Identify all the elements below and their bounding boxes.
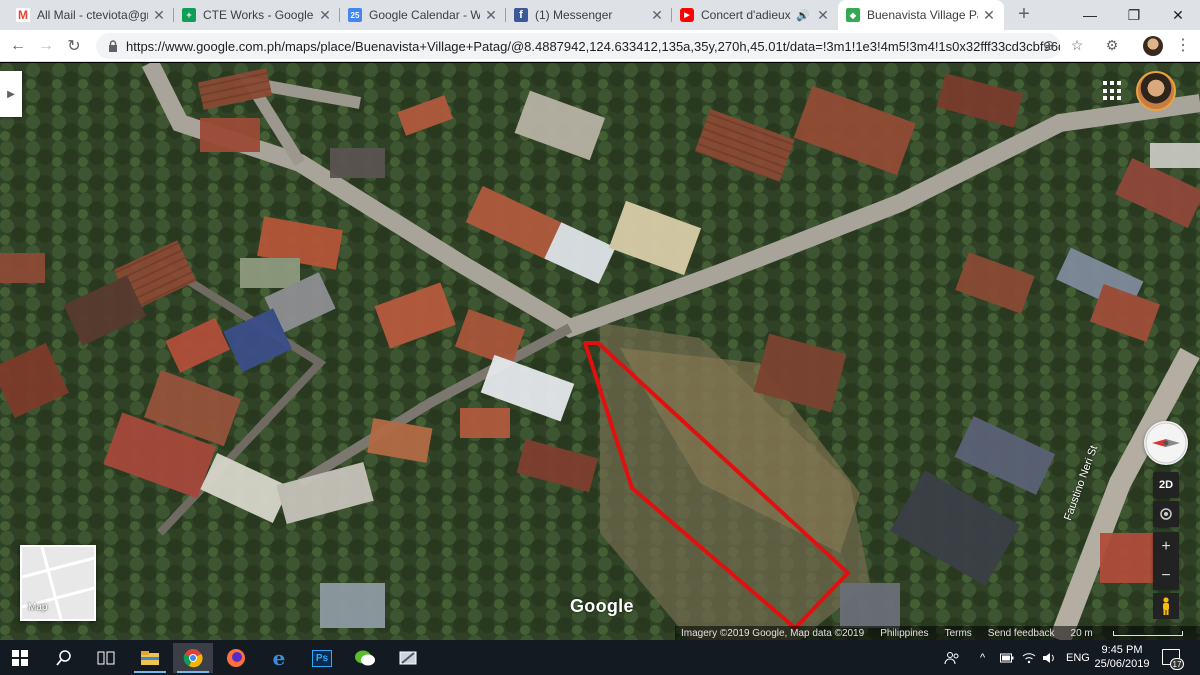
compass-icon [1145, 422, 1187, 464]
zoom-in-button[interactable]: + [1161, 532, 1170, 561]
attribution-bar: Imagery ©2019 Google, Map data ©2019 Phi… [675, 626, 1200, 640]
close-tab-icon[interactable]: ✕ [650, 7, 664, 24]
my-location-button[interactable] [1153, 501, 1179, 527]
close-tab-icon[interactable]: ✕ [982, 7, 996, 24]
terms-link[interactable]: Terms [945, 628, 972, 639]
facebook-icon: f [514, 8, 528, 22]
edge-icon[interactable]: e [259, 643, 299, 673]
tab-messenger[interactable]: f (1) Messenger ✕ [506, 0, 672, 30]
tab-title: (1) Messenger [535, 8, 613, 22]
windows-taskbar: e Ps ^ ENG 9:45 PM 25/06/2019 17 [0, 640, 1200, 675]
file-explorer-icon[interactable] [130, 643, 170, 673]
tab-title: Google Calendar - Wed [369, 8, 480, 22]
clock-date: 25/06/2019 [1094, 658, 1150, 670]
wechat-icon[interactable] [345, 643, 385, 673]
calendar-icon: 25 [348, 8, 362, 22]
account-avatar[interactable] [1136, 71, 1176, 111]
google-apps-icon[interactable] [1103, 81, 1123, 101]
profile-avatar[interactable] [1143, 36, 1163, 56]
zoom-out-button[interactable]: − [1161, 561, 1170, 590]
satellite-map-view[interactable]: ▶ Faustino Neri St Google Map 2D + − Ima… [0, 63, 1200, 640]
map-layer-toggle[interactable]: Map [20, 545, 96, 621]
battery-icon[interactable] [1000, 640, 1014, 675]
browser-toolbar: ← → ↻ https://www.google.com.ph/maps/pla… [0, 30, 1200, 62]
notification-count-badge: 17 [1170, 658, 1184, 670]
clock-time: 9:45 PM [1101, 644, 1143, 656]
tab-calendar[interactable]: 25 Google Calendar - Wed ✕ [340, 0, 506, 30]
search-icon[interactable] [44, 643, 84, 673]
back-icon[interactable]: ← [6, 34, 30, 58]
close-tab-icon[interactable]: ✕ [484, 7, 498, 24]
reload-icon[interactable]: ↻ [62, 34, 86, 58]
windows-start-icon[interactable] [0, 643, 40, 673]
tab-title: Buenavista Village Pata [867, 8, 978, 22]
audio-playing-icon[interactable]: 🔊 [796, 9, 810, 22]
chrome-taskbar-icon[interactable] [173, 643, 213, 673]
tab-youtube[interactable]: ▶ Concert d'adieux d 🔊 ✕ [672, 0, 838, 30]
screen: M All Mail - cteviota@gm ✕ + CTE Works -… [0, 0, 1200, 675]
scale-label: 20 m [1070, 627, 1093, 639]
url-text[interactable]: https://www.google.com.ph/maps/place/Bue… [126, 39, 1060, 54]
bookmark-star-icon[interactable]: ☆ [1066, 34, 1088, 56]
satellite-imagery[interactable] [0, 63, 1200, 640]
send-feedback-link[interactable]: Send feedback [988, 628, 1055, 639]
photoshop-icon[interactable]: Ps [302, 643, 342, 673]
tab-maps[interactable]: ◆ Buenavista Village Pata ✕ [838, 0, 1004, 30]
zoom-control[interactable]: + − [1153, 532, 1179, 590]
system-clock[interactable]: 9:45 PM 25/06/2019 [1090, 643, 1154, 671]
close-window-button[interactable]: ✕ [1156, 0, 1200, 30]
more-menu-icon[interactable]: ⋮ [1174, 37, 1192, 55]
gmail-icon: M [16, 8, 30, 22]
close-tab-icon[interactable]: ✕ [152, 7, 166, 24]
tab-title: CTE Works - Google Sh [203, 8, 314, 22]
input-language[interactable]: ENG [1066, 640, 1090, 675]
imagery-credit: Imagery ©2019 Google, Map data ©2019 [681, 627, 865, 639]
close-tab-icon[interactable]: ✕ [318, 7, 332, 24]
minimap-label: Map [28, 602, 48, 613]
new-tab-button[interactable]: + [1012, 3, 1036, 27]
tab-title: Concert d'adieux d [701, 8, 795, 22]
task-view-icon[interactable] [86, 643, 126, 673]
maps-icon: ◆ [846, 8, 860, 22]
zoom-icon[interactable]: ⊕ [1038, 34, 1060, 56]
tab-title: All Mail - cteviota@gm [37, 8, 148, 22]
address-bar[interactable]: https://www.google.com.ph/maps/place/Bue… [96, 33, 1060, 59]
compass-control[interactable] [1144, 421, 1188, 465]
expand-sidebar-button[interactable]: ▶ [0, 71, 22, 117]
pegman-icon[interactable] [1153, 593, 1179, 619]
scale-indicator[interactable]: 20 m [1071, 628, 1199, 639]
country-link[interactable]: Philippines [880, 628, 928, 639]
forward-icon[interactable]: → [34, 34, 58, 58]
youtube-icon: ▶ [680, 8, 694, 22]
firefox-icon[interactable] [216, 643, 256, 673]
view-2d-toggle[interactable]: 2D [1153, 472, 1179, 498]
tab-gmail[interactable]: M All Mail - cteviota@gm ✕ [8, 0, 174, 30]
people-icon[interactable] [944, 640, 960, 675]
restore-button[interactable]: ❐ [1112, 0, 1156, 30]
close-tab-icon[interactable]: ✕ [816, 7, 830, 24]
google-logo: Google [570, 596, 634, 616]
extension-icon[interactable]: ⚙ [1101, 34, 1123, 56]
sheets-icon: + [182, 8, 196, 22]
lock-icon [108, 40, 118, 52]
tab-strip: M All Mail - cteviota@gm ✕ + CTE Works -… [0, 0, 1200, 30]
location-target-icon [1160, 508, 1172, 520]
volume-icon[interactable] [1042, 640, 1056, 675]
minimize-button[interactable]: — [1068, 0, 1112, 30]
tab-sheets[interactable]: + CTE Works - Google Sh ✕ [174, 0, 340, 30]
wifi-icon[interactable] [1022, 640, 1036, 675]
snipping-tool-icon[interactable] [388, 643, 428, 673]
show-hidden-icons[interactable]: ^ [980, 640, 985, 675]
